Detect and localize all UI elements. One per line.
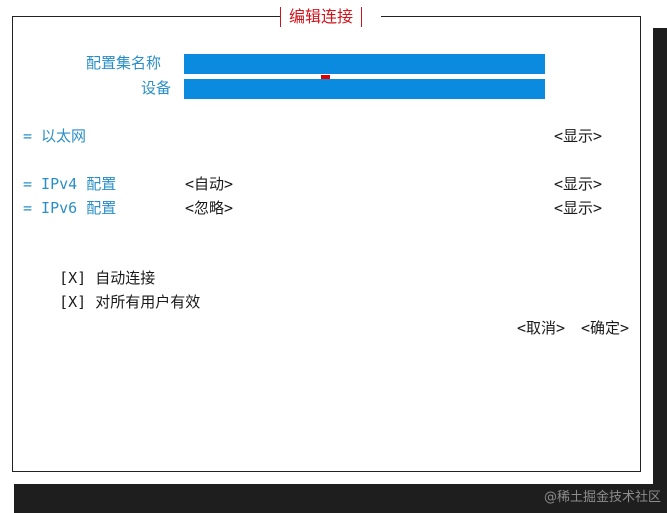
ipv6-mode-select[interactable]: <忽略> bbox=[185, 197, 233, 219]
device-label: 设备 bbox=[141, 79, 172, 97]
frame-top-left bbox=[12, 16, 280, 17]
device-input[interactable]: eth0 (52:54:00:DB:FA:D2) bbox=[184, 79, 545, 118]
all-users-mark: [X] bbox=[59, 293, 87, 311]
device-value: eth0 (52:54:00:DB:FA:D2) bbox=[222, 100, 439, 118]
edit-connection-dialog: 编辑连接 配置集名称 System eth0 设备 eth0 (52:54:00… bbox=[0, 0, 667, 513]
frame-right bbox=[640, 16, 641, 472]
cancel-button[interactable]: <取消> bbox=[517, 317, 565, 339]
ethernet-section-label[interactable]: = 以太网 bbox=[23, 125, 86, 147]
frame-top-right bbox=[381, 16, 641, 17]
dialog-shadow-right bbox=[653, 28, 667, 484]
profile-name-input[interactable]: System eth0 bbox=[184, 54, 545, 93]
frame-bottom bbox=[12, 471, 641, 472]
profile-name-label: 配置集名称 bbox=[86, 54, 162, 72]
ethernet-show-button[interactable]: <显示> bbox=[554, 125, 602, 147]
ipv6-section-label[interactable]: = IPv6 配置 bbox=[23, 197, 116, 219]
watermark: @稀土掘金技术社区 bbox=[543, 490, 661, 505]
dialog-title-wrap: 编辑连接 bbox=[280, 6, 363, 28]
all-users-label: 对所有用户有效 bbox=[95, 293, 201, 311]
title-bar-right bbox=[361, 7, 363, 27]
ok-button[interactable]: <确定> bbox=[581, 317, 629, 339]
ipv4-show-button[interactable]: <显示> bbox=[554, 173, 602, 195]
ipv4-section-label[interactable]: = IPv4 配置 bbox=[23, 173, 116, 195]
ipv4-mode-select[interactable]: <自动> bbox=[185, 173, 233, 195]
frame-left bbox=[12, 16, 13, 472]
all-users-checkbox[interactable]: [X] 对所有用户有效 bbox=[23, 269, 200, 335]
dialog-title: 编辑连接 bbox=[289, 7, 354, 26]
ipv6-show-button[interactable]: <显示> bbox=[554, 197, 602, 219]
